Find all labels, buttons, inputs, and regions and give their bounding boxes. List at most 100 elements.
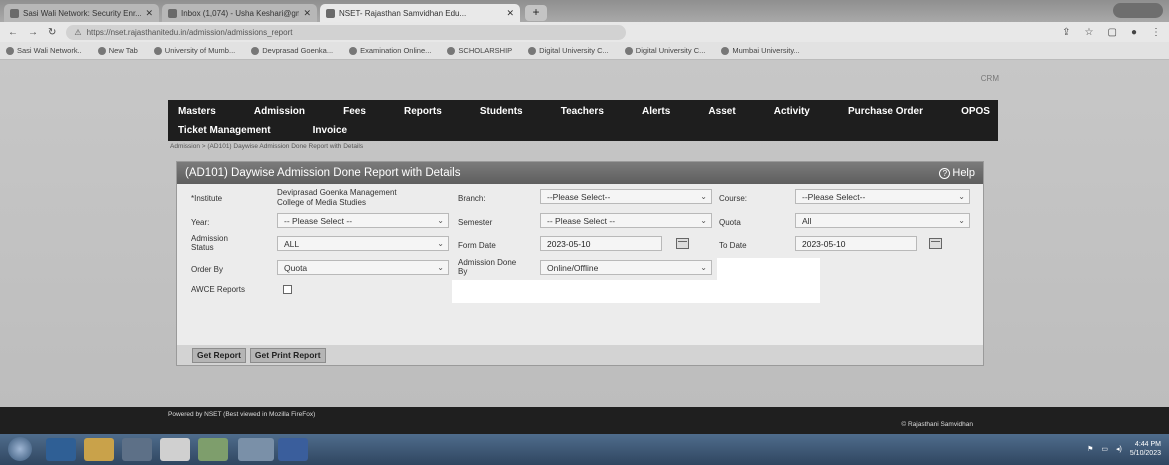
bookmark[interactable]: Examination Online... — [349, 46, 431, 55]
branch-select[interactable]: --Please Select-- ⌄ — [540, 189, 712, 204]
file-explorer-icon[interactable] — [84, 438, 114, 461]
institute-label: *Institute — [191, 194, 223, 203]
admission-done-by-select[interactable]: Online/Offline ⌄ — [540, 260, 712, 275]
chevron-down-icon: ⌄ — [437, 239, 444, 248]
nav-activity[interactable]: Activity — [774, 106, 810, 117]
clock-date: 5/10/2023 — [1129, 450, 1161, 457]
footer-copyright: © Rajasthani Samvidhan — [901, 421, 973, 428]
menu-icon[interactable]: ⋮ — [1151, 27, 1161, 38]
profile-icon[interactable]: ● — [1131, 27, 1137, 38]
bookmark-icon — [721, 46, 730, 55]
report-panel: (AD101) Daywise Admission Done Report wi… — [176, 161, 984, 366]
form-date-input[interactable]: 2023-05-10 — [540, 236, 662, 251]
nav-students[interactable]: Students — [480, 106, 523, 117]
main-nav-row: Ticket Management Invoice — [178, 121, 347, 139]
tab-close-icon[interactable]: ✕ — [145, 8, 153, 19]
tab-favicon-icon — [326, 8, 335, 18]
profile-pill[interactable] — [1113, 3, 1163, 18]
admission-status-label: Admission — [191, 234, 228, 243]
tab-title: Sasi Wali Network: Security Enr... — [23, 8, 142, 18]
nav-fees[interactable]: Fees — [343, 106, 366, 117]
course-select[interactable]: --Please Select-- ⌄ — [795, 189, 970, 204]
media-player-icon[interactable] — [122, 438, 152, 461]
bookmark-icon — [153, 46, 162, 55]
browser-tab[interactable]: Sasi Wali Network: Security Enr... ✕ — [4, 4, 159, 22]
awce-reports-checkbox[interactable] — [283, 285, 292, 294]
to-date-input[interactable]: 2023-05-10 — [795, 236, 917, 251]
order-by-select[interactable]: Quota ⌄ — [277, 260, 449, 275]
star-icon[interactable]: ☆ — [1085, 27, 1094, 38]
tab-title: NSET- Rajasthan Samvidhan Edu... — [339, 8, 467, 18]
nav-admission[interactable]: Admission — [254, 106, 305, 117]
bookmark[interactable]: University of Mumb... — [153, 46, 235, 55]
course-label: Course: — [719, 194, 748, 203]
window-icon[interactable]: ▢ — [1108, 27, 1117, 38]
admission-status-select[interactable]: ALL ⌄ — [277, 236, 449, 251]
to-date-label: To Date — [719, 241, 747, 250]
help-link[interactable]: ? Help — [939, 167, 975, 179]
chrome-icon[interactable] — [160, 438, 190, 461]
get-report-button[interactable]: Get Report — [192, 347, 246, 363]
volume-icon[interactable]: ◂) — [1116, 445, 1122, 453]
panel-header: (AD101) Daywise Admission Done Report wi… — [177, 162, 983, 184]
get-print-report-button[interactable]: Get Print Report — [249, 347, 326, 363]
crm-label: CRM — [980, 74, 999, 83]
chevron-down-icon: ⌄ — [700, 192, 707, 201]
warning-icon: ⚠ — [74, 27, 82, 37]
taskbar-clock[interactable]: 4:44 PM 5/10/2023 — [1130, 440, 1161, 458]
network-icon[interactable]: ▭ — [1101, 445, 1108, 453]
quota-select[interactable]: All ⌄ — [795, 213, 970, 228]
browser-tabstrip: Sasi Wali Network: Security Enr... ✕ Inb… — [0, 0, 1169, 22]
bookmark[interactable]: New Tab — [97, 46, 138, 55]
word-icon[interactable] — [278, 438, 308, 461]
browser-tab[interactable]: Inbox (1,074) - Usha Keshari@gm... ✕ — [162, 4, 317, 22]
url-field[interactable]: ⚠ https://nset.rajasthanitedu.in/admissi… — [66, 24, 627, 40]
nav-asset[interactable]: Asset — [708, 106, 735, 117]
browser-tab-active[interactable]: NSET- Rajasthan Samvidhan Edu... ✕ — [320, 4, 520, 22]
bookmark[interactable]: Digital University C... — [624, 46, 705, 55]
new-tab-button[interactable]: + — [525, 5, 547, 21]
tab-close-icon[interactable]: ✕ — [506, 8, 514, 19]
flag-icon[interactable]: ⚑ — [1087, 445, 1093, 453]
bookmark[interactable]: Devprasad Goenka... — [251, 46, 333, 55]
page-footer: Powered by NSET (Best viewed in Mozilla … — [0, 407, 1169, 434]
chrome-running-icon[interactable] — [238, 438, 274, 461]
internet-explorer-icon[interactable] — [46, 438, 76, 461]
main-nav-row: Masters Admission Fees Reports Students … — [178, 102, 990, 120]
reload-icon[interactable]: ↻ — [48, 27, 56, 38]
share-icon[interactable]: ⇪ — [1062, 27, 1070, 38]
nav-teachers[interactable]: Teachers — [561, 106, 604, 117]
system-tray: ⚑ ▭ ◂) 4:44 PM 5/10/2023 — [1087, 440, 1161, 458]
clock-time: 4:44 PM — [1134, 441, 1161, 448]
bookmark[interactable]: SCHOLARSHIP — [447, 46, 512, 55]
help-label: Help — [952, 167, 975, 179]
semester-select[interactable]: -- Please Select -- ⌄ — [540, 213, 712, 228]
help-icon: ? — [939, 167, 951, 179]
calendar-icon[interactable] — [929, 238, 942, 249]
nav-purchase-order[interactable]: Purchase Order — [848, 106, 923, 117]
bookmark-icon — [349, 46, 358, 55]
calendar-icon[interactable] — [676, 238, 689, 249]
address-bar: ← → ↻ ⚠ https://nset.rajasthanitedu.in/a… — [0, 22, 1169, 42]
back-icon[interactable]: ← — [8, 27, 18, 38]
year-select[interactable]: -- Please Select -- ⌄ — [277, 213, 449, 228]
tab-close-icon[interactable]: ✕ — [303, 8, 311, 19]
bookmark[interactable]: Sasi Wali Network.. — [6, 46, 82, 55]
nav-opos[interactable]: OPOS — [961, 106, 990, 117]
nav-ticket-management[interactable]: Ticket Management — [178, 125, 271, 136]
bookmark[interactable]: Mumbai University... — [721, 46, 800, 55]
bookmark[interactable]: Digital University C... — [528, 46, 609, 55]
chevron-down-icon: ⌄ — [958, 192, 965, 201]
chevron-down-icon: ⌄ — [700, 263, 707, 272]
nav-reports[interactable]: Reports — [404, 106, 442, 117]
forward-icon[interactable]: → — [28, 27, 38, 38]
nav-invoice[interactable]: Invoice — [313, 125, 347, 136]
url-text: https://nset.rajasthanitedu.in/admission… — [86, 27, 293, 37]
chevron-down-icon: ⌄ — [700, 216, 707, 225]
start-button[interactable] — [8, 437, 32, 461]
bookmark-icon — [251, 46, 260, 55]
app-icon[interactable] — [198, 438, 228, 461]
nav-alerts[interactable]: Alerts — [642, 106, 670, 117]
nav-masters[interactable]: Masters — [178, 106, 216, 117]
breadcrumb: Admission > (AD101) Daywise Admission Do… — [170, 143, 364, 150]
